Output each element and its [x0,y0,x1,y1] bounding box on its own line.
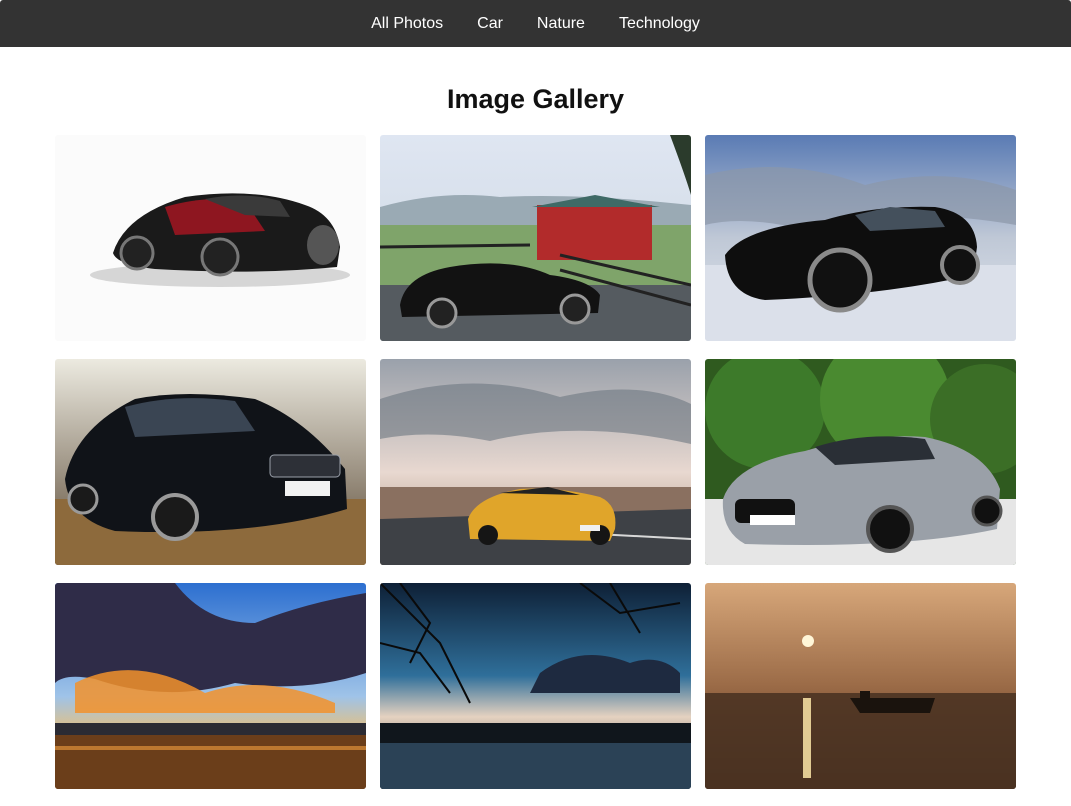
gallery-image-black-mustang[interactable] [705,135,1016,341]
gallery-image-black-audi[interactable] [55,359,366,565]
gallery-image-dusk-lake-branches[interactable] [380,583,691,789]
gallery-image-black-sedan-farm[interactable] [380,135,691,341]
gallery-image-red-black-supercar[interactable] [55,135,366,341]
gallery-image-silver-mercedes-amg[interactable] [705,359,1016,565]
image-gallery-grid [0,0,1071,806]
gallery-image-yellow-lamborghini[interactable] [380,359,691,565]
gallery-image-sunset-clouds-lake[interactable] [55,583,366,789]
gallery-image-sunset-boat-water[interactable] [705,583,1016,789]
